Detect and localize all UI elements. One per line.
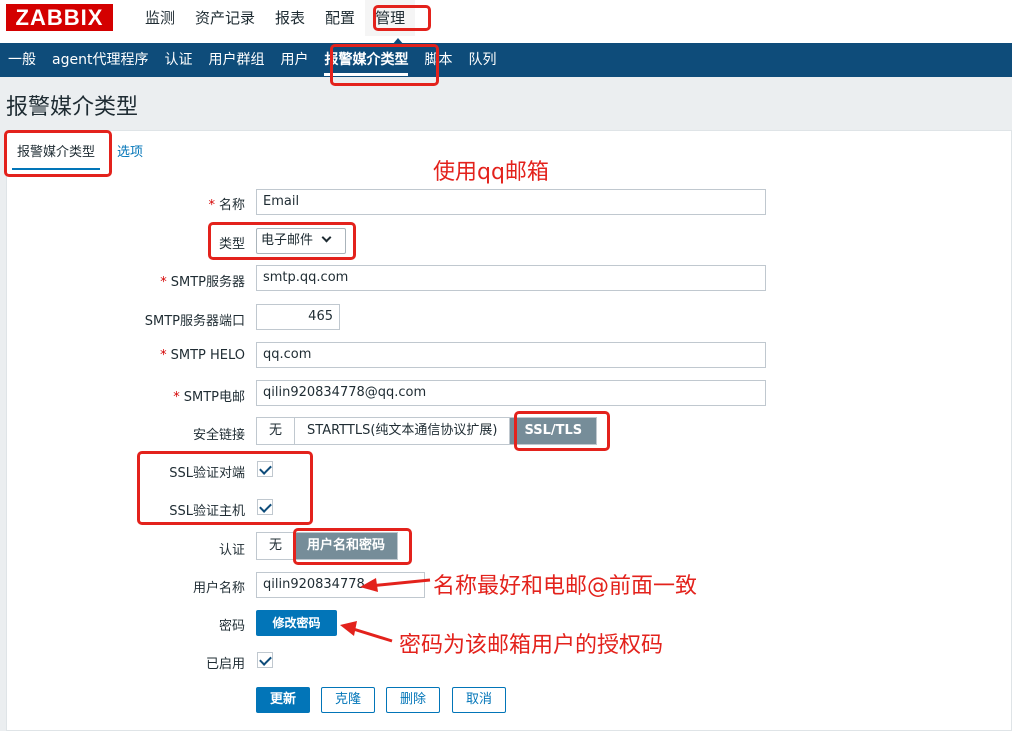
required-marker: * bbox=[160, 275, 167, 290]
highlight-ssl-verify bbox=[137, 451, 313, 525]
required-marker: * bbox=[160, 348, 167, 363]
highlight-media-types-submenu bbox=[330, 44, 439, 86]
submenu-users[interactable]: 用户 bbox=[272, 43, 316, 77]
submenu-authentication[interactable]: 认证 bbox=[156, 43, 200, 77]
zabbix-logo[interactable]: ZABBIX bbox=[6, 4, 113, 31]
auth-none-option[interactable]: 无 bbox=[257, 533, 296, 559]
cancel-button[interactable]: 取消 bbox=[452, 687, 506, 713]
enabled-label: 已启用 bbox=[205, 657, 245, 672]
name-label: * 名称 bbox=[208, 194, 245, 213]
delete-button[interactable]: 删除 bbox=[386, 687, 440, 713]
username-label: 用户名称 bbox=[192, 581, 245, 596]
page-title: 报警媒介类型 bbox=[6, 95, 139, 120]
annotation-password-tip: 密码为该邮箱用户的授权码 bbox=[399, 633, 664, 658]
smtp-helo-label-text: SMTP HELO bbox=[170, 348, 245, 363]
top-bar: ZABBIX 监测 资产记录 报表 配置 管理 bbox=[0, 0, 1012, 43]
security-starttls-option[interactable]: STARTTLS(纯文本通信协议扩展) bbox=[295, 418, 511, 444]
menu-inventory[interactable]: 资产记录 bbox=[185, 0, 265, 36]
highlight-media-type-tab bbox=[4, 130, 112, 177]
name-input[interactable]: Email bbox=[256, 189, 766, 215]
highlight-admin-menu bbox=[373, 5, 431, 31]
menu-configuration[interactable]: 配置 bbox=[315, 0, 365, 36]
smtp-port-label: SMTP服务器端口 bbox=[144, 314, 245, 329]
smtp-email-input[interactable]: qilin920834778@qq.com bbox=[256, 380, 766, 406]
security-none-option[interactable]: 无 bbox=[257, 418, 296, 444]
annotation-username-tip: 名称最好和电邮@前面一致 bbox=[433, 574, 698, 599]
security-label: 安全链接 bbox=[192, 428, 245, 443]
smtp-email-label: * SMTP电邮 bbox=[173, 386, 245, 405]
highlight-auth bbox=[293, 528, 412, 565]
update-button[interactable]: 更新 bbox=[256, 687, 310, 713]
submenu-general[interactable]: 一般 bbox=[0, 43, 44, 77]
submenu-queue[interactable]: 队列 bbox=[460, 43, 504, 77]
smtp-port-input[interactable]: 465 bbox=[256, 304, 340, 330]
highlight-type bbox=[208, 222, 356, 260]
menu-monitoring[interactable]: 监测 bbox=[135, 0, 185, 36]
menu-reports[interactable]: 报表 bbox=[265, 0, 315, 36]
username-input[interactable]: qilin920834778 bbox=[256, 572, 425, 598]
smtp-server-label: * SMTP服务器 bbox=[160, 271, 245, 290]
auth-label: 认证 bbox=[218, 543, 245, 558]
highlight-ssl-tls bbox=[514, 411, 610, 451]
smtp-email-label-text: SMTP电邮 bbox=[183, 390, 245, 405]
tab-options[interactable]: 选项 bbox=[106, 130, 154, 170]
smtp-server-label-text: SMTP服务器 bbox=[170, 275, 245, 290]
change-password-button[interactable]: 修改密码 bbox=[256, 610, 337, 636]
annotation-use-qq: 使用qq邮箱 bbox=[433, 160, 549, 185]
enabled-checkbox[interactable] bbox=[257, 652, 273, 668]
required-marker: * bbox=[173, 390, 180, 405]
smtp-helo-label: * SMTP HELO bbox=[160, 348, 245, 363]
smtp-helo-input[interactable]: qq.com bbox=[256, 342, 766, 368]
sub-menu-bar: 一般 agent代理程序 认证 用户群组 用户 报警媒介类型 脚本 队列 bbox=[0, 43, 1012, 77]
submenu-user-groups[interactable]: 用户群组 bbox=[200, 43, 272, 77]
clone-button[interactable]: 克隆 bbox=[321, 687, 375, 713]
name-label-text: 名称 bbox=[218, 198, 245, 213]
sub-menu: 一般 agent代理程序 认证 用户群组 用户 报警媒介类型 脚本 队列 bbox=[0, 43, 1012, 77]
submenu-proxies[interactable]: agent代理程序 bbox=[44, 43, 156, 77]
password-label: 密码 bbox=[218, 619, 245, 634]
smtp-server-input[interactable]: smtp.qq.com bbox=[256, 265, 766, 291]
required-marker: * bbox=[208, 198, 215, 213]
